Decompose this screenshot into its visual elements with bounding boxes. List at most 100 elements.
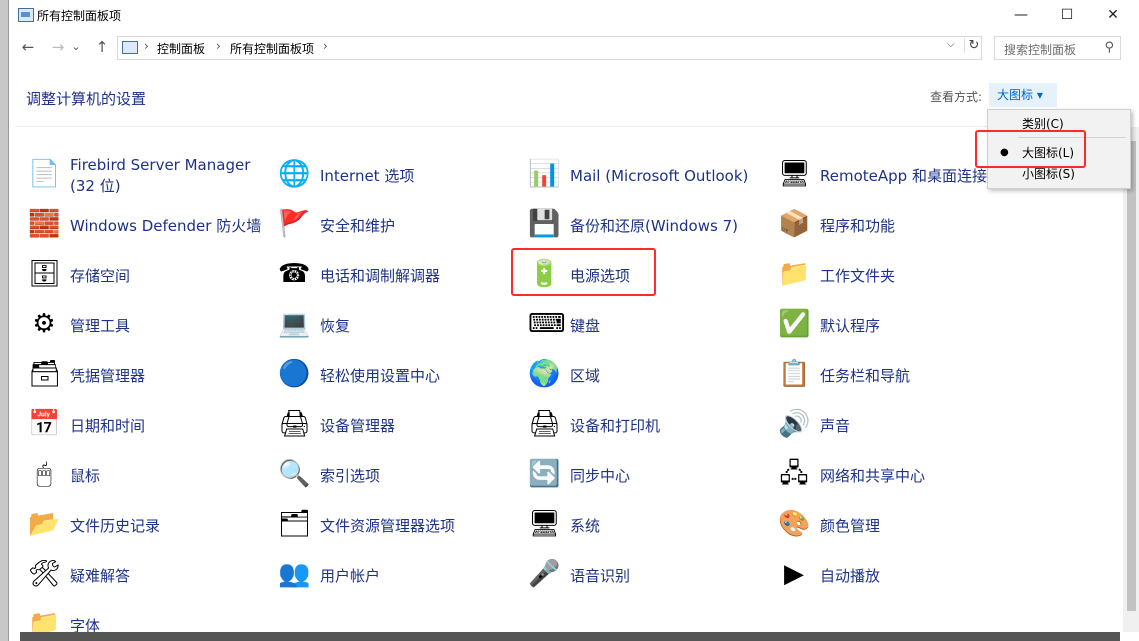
control-panel-icon	[18, 8, 34, 22]
item-label[interactable]: Firebird Server Manager (32 位)	[70, 154, 278, 198]
item-label[interactable]: 索引选项	[320, 454, 528, 498]
item-label[interactable]: 区域	[570, 354, 778, 398]
item-label[interactable]: 用户帐户	[320, 554, 528, 598]
item-label[interactable]: Internet 选项	[320, 154, 528, 198]
control-panel-window: 所有控制面板项 — ☐ ✕ ← → ⌄ ↑ › 控制面板 › 所有控制面板项 ›…	[8, 0, 1139, 641]
control-panel-item[interactable]: 🖨 设备管理器	[278, 404, 528, 448]
control-panel-item[interactable]: 🖧 网络和共享中心	[778, 454, 1028, 498]
control-panel-item[interactable]: 📄 Firebird Server Manager (32 位)	[28, 154, 278, 198]
control-panel-item[interactable]: 📊 Mail (Microsoft Outlook)	[528, 154, 778, 198]
indexing-icon: 🔍	[278, 459, 311, 489]
scrollbar-thumb[interactable]	[1127, 141, 1136, 611]
view-by-dropdown[interactable]: 大图标 ▾	[989, 83, 1057, 107]
item-label[interactable]: 设备和打印机	[570, 404, 778, 448]
item-label[interactable]: 颜色管理	[820, 504, 1028, 548]
item-label[interactable]: 轻松使用设置中心	[320, 354, 528, 398]
control-panel-item[interactable]: 📦 程序和功能	[778, 204, 1028, 248]
close-button[interactable]: ✕	[1090, 0, 1136, 32]
control-panel-item[interactable]: ⚙ 管理工具	[28, 304, 278, 348]
item-label[interactable]: 同步中心	[570, 454, 778, 498]
item-label[interactable]: 日期和时间	[70, 404, 278, 448]
vertical-scrollbar[interactable]	[1123, 127, 1139, 632]
item-label[interactable]: 文件资源管理器选项	[320, 504, 528, 548]
explorer-options-icon: 🗂	[278, 509, 312, 539]
breadcrumb-control-panel[interactable]: 控制面板	[157, 40, 205, 57]
item-label[interactable]: 疑难解答	[70, 554, 278, 598]
recent-locations-icon[interactable]: ⌄	[69, 37, 83, 57]
control-panel-item[interactable]: 🔊 声音	[778, 404, 1028, 448]
control-panel-item[interactable]: 🌐 Internet 选项	[278, 154, 528, 198]
control-panel-item[interactable]: 🗂 文件资源管理器选项	[278, 504, 528, 548]
back-arrow-icon[interactable]: ←	[17, 37, 39, 57]
item-label[interactable]: 自动播放	[820, 554, 1028, 598]
item-label[interactable]: 任务栏和导航	[820, 354, 1028, 398]
chevron-down-icon[interactable]: ⌵	[947, 39, 955, 50]
control-panel-item[interactable]: 🎤 语音识别	[528, 554, 778, 598]
control-panel-item[interactable]: ⌨ 键盘	[528, 304, 778, 348]
item-label[interactable]: 网络和共享中心	[820, 454, 1028, 498]
item-label[interactable]: 声音	[820, 404, 1028, 448]
control-panel-item[interactable]: ▶ 自动播放	[778, 554, 1028, 598]
control-panel-item[interactable]: 🖱 鼠标	[28, 454, 278, 498]
item-label[interactable]: 文件历史记录	[70, 504, 278, 548]
item-label[interactable]: 管理工具	[70, 304, 278, 348]
control-panel-item[interactable]: ☎ 电话和调制解调器	[278, 254, 528, 298]
address-field[interactable]: › 控制面板 › 所有控制面板项 › ⌵ ↻	[117, 36, 982, 60]
admin-tools-icon: ⚙	[32, 309, 56, 339]
control-panel-item[interactable]: 🚩 安全和维护	[278, 204, 528, 248]
item-label[interactable]: 恢复	[320, 304, 528, 348]
control-panel-item[interactable]: 💻 恢复	[278, 304, 528, 348]
minimize-button[interactable]: —	[998, 0, 1044, 32]
control-panel-item[interactable]: 🗃 凭据管理器	[28, 354, 278, 398]
item-label[interactable]: 鼠标	[70, 454, 278, 498]
item-label[interactable]: 备份和还原(Windows 7)	[570, 204, 778, 248]
maximize-button[interactable]: ☐	[1044, 0, 1090, 32]
item-label[interactable]: 设备管理器	[320, 404, 528, 448]
chevron-right-icon[interactable]: ›	[323, 39, 328, 53]
control-panel-item[interactable]: 🔄 同步中心	[528, 454, 778, 498]
forward-arrow-icon[interactable]: →	[47, 37, 69, 57]
item-label[interactable]: 凭据管理器	[70, 354, 278, 398]
item-label[interactable]: 安全和维护	[320, 204, 528, 248]
item-label[interactable]: 存储空间	[70, 254, 278, 298]
control-panel-item[interactable]: 👥 用户帐户	[278, 554, 528, 598]
default-programs-icon: ✅	[778, 309, 811, 339]
control-panel-item[interactable]: 🔵 轻松使用设置中心	[278, 354, 528, 398]
control-panel-item[interactable]: ✅ 默认程序	[778, 304, 1028, 348]
control-panel-item[interactable]: 🖥 系统	[528, 504, 778, 548]
control-panel-item[interactable]: 💾 备份和还原(Windows 7)	[528, 204, 778, 248]
mouse-icon: 🖱	[36, 459, 52, 489]
control-panel-item[interactable]: 🎨 颜色管理	[778, 504, 1028, 548]
control-panel-item[interactable]: 📋 任务栏和导航	[778, 354, 1028, 398]
item-label[interactable]: 电话和调制解调器	[320, 254, 528, 298]
control-panel-item[interactable]: 📂 文件历史记录	[28, 504, 278, 548]
item-label[interactable]: 语音识别	[570, 554, 778, 598]
item-label[interactable]: 系统	[570, 504, 778, 548]
work-folders-icon: 📁	[778, 259, 811, 289]
control-panel-item[interactable]: 📁 工作文件夹	[778, 254, 1028, 298]
control-panel-item[interactable]: 📅 日期和时间	[28, 404, 278, 448]
item-label[interactable]: 工作文件夹	[820, 254, 1028, 298]
item-label[interactable]: Mail (Microsoft Outlook)	[570, 154, 778, 198]
control-panel-item[interactable]: 🌍 区域	[528, 354, 778, 398]
chevron-right-icon[interactable]: ›	[216, 39, 221, 53]
search-icon[interactable]: ⚲	[1104, 40, 1114, 55]
background-taskbar	[20, 632, 1120, 641]
control-panel-item[interactable]: 🔍 索引选项	[278, 454, 528, 498]
keyboard-icon: ⌨	[528, 309, 566, 339]
refresh-icon[interactable]: ↻	[964, 38, 983, 53]
search-input[interactable]: 搜索控制面板 ⚲	[994, 36, 1121, 60]
phone-modem-icon: ☎	[278, 259, 311, 289]
item-label[interactable]: 程序和功能	[820, 204, 1028, 248]
sound-icon: 🔊	[778, 409, 811, 439]
control-panel-item[interactable]: 🗄 存储空间	[28, 254, 278, 298]
breadcrumb-all-items[interactable]: 所有控制面板项	[230, 40, 314, 57]
item-label[interactable]: 默认程序	[820, 304, 1028, 348]
control-panel-item[interactable]: 🛠 疑难解答	[28, 554, 278, 598]
item-label[interactable]: 键盘	[570, 304, 778, 348]
control-panel-item[interactable]: 🧱 Windows Defender 防火墙	[28, 204, 278, 248]
control-panel-item[interactable]: 🖨 设备和打印机	[528, 404, 778, 448]
up-arrow-icon[interactable]: ↑	[91, 37, 113, 57]
chevron-right-icon[interactable]: ›	[144, 39, 149, 53]
item-label[interactable]: Windows Defender 防火墙	[70, 204, 278, 248]
